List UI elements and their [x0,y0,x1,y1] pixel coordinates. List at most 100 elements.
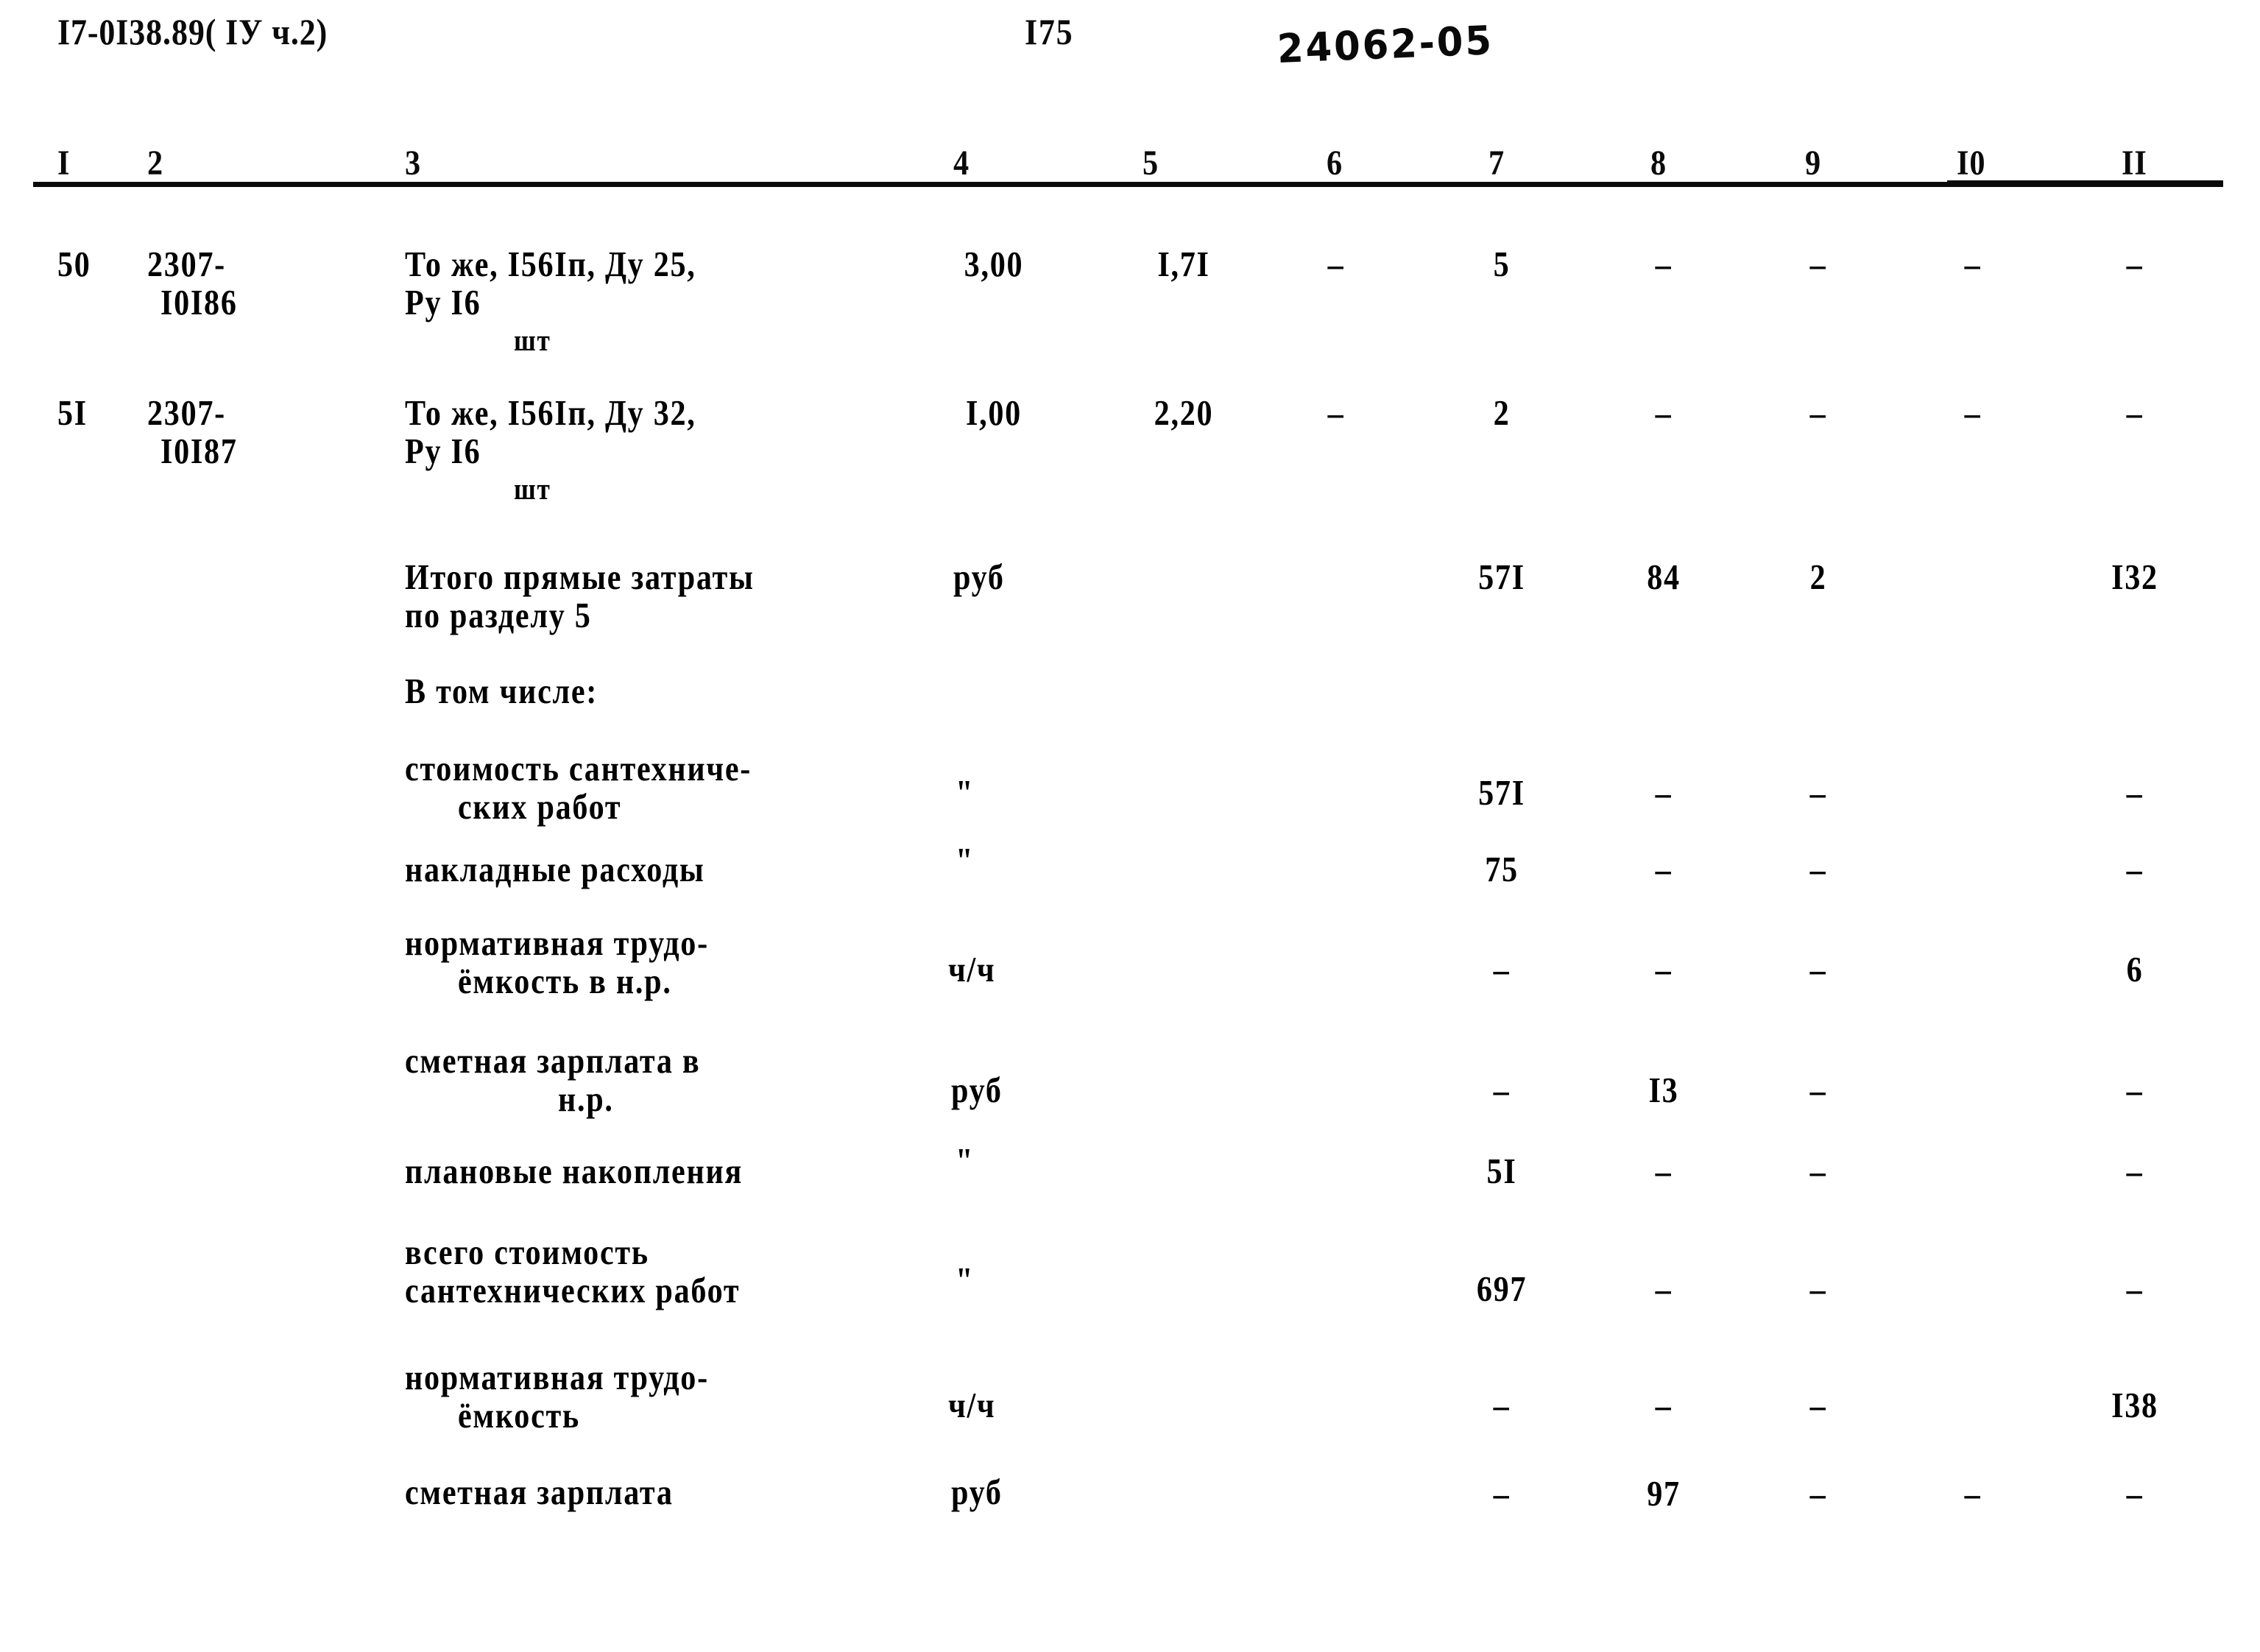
summary-label-line1: Итого прямые затраты [405,557,755,597]
cell-c8: 97 [1647,1473,1681,1514]
cell-c11: – [2126,849,2144,889]
cell-c11: – [2126,1268,2144,1309]
column-header-6: 6 [1327,144,1343,183]
table-row: 50 [57,244,91,284]
summary-label-line1: сметная зарплата в [405,1040,701,1081]
cell-c8: – [1655,1385,1673,1425]
cell-c11: – [2126,1070,2144,1110]
cell-c7: 2 [1493,392,1511,433]
item-unit-sub: шт [514,472,551,506]
column-header-2: 2 [147,144,163,183]
summary-label-line1: всего стоимость [405,1232,649,1272]
item-unit-sub: шт [514,323,551,357]
item-code-line1: 2307- [147,244,226,284]
item-code-line1: 2307- [147,392,226,433]
cell-c8: 84 [1647,557,1681,597]
summary-unit: " [956,772,975,813]
cell-c9: – [1809,772,1827,813]
summary-unit: " [956,1260,975,1300]
cell-c9: – [1809,1070,1827,1110]
summary-label-line2: н.р. [558,1079,614,1119]
item-description-line1: То же, I56Iп, Ду 25, [405,244,696,284]
cell-c10: – [1964,392,1982,433]
page-number: I75 [1025,11,1074,52]
cell-c7: 57I [1478,557,1525,597]
summary-label-line1: накладные расходы [405,849,705,889]
cell-c11: – [2126,772,2144,813]
cell-c7: 697 [1476,1268,1528,1309]
cell-c8: I3 [1648,1070,1679,1110]
cell-c9: 2 [1809,557,1827,597]
cell-c9: – [1809,392,1827,433]
cell-c8: – [1655,949,1673,989]
summary-unit: ч/ч [948,949,996,989]
summary-label-line2: ёмкость [458,1395,580,1436]
summary-label-line1: стоимость сантехниче- [405,748,752,788]
item-code-line2: I0I87 [160,431,238,471]
summary-label-line2: по разделу 5 [405,595,592,635]
cell-c4: I,00 [966,392,1022,433]
column-header-11: II [2122,144,2147,183]
column-header-4: 4 [953,144,970,183]
cell-c6: – [1327,244,1345,284]
column-header-5: 5 [1143,144,1159,183]
cell-c7: 5I [1486,1151,1517,1191]
cell-c11: – [2126,392,2144,433]
summary-unit: руб [951,1070,1003,1110]
cell-c9: – [1809,1268,1827,1309]
column-header-3: 3 [405,144,421,183]
header-divider-rule-right [1947,180,2223,187]
cell-c7: – [1493,1473,1511,1514]
handwritten-annotation: 24062-05 [1276,17,1494,72]
cell-c8: – [1655,849,1673,889]
column-header-7: 7 [1489,144,1505,183]
cell-c11: – [2126,1151,2144,1191]
cell-c11: 6 [2126,949,2144,989]
cell-c9: – [1809,949,1827,989]
summary-unit: руб [953,557,1005,597]
summary-unit: руб [951,1472,1003,1512]
item-description-line2: Ру I6 [405,282,481,322]
cell-c7: – [1493,1385,1511,1425]
cell-c9: – [1809,849,1827,889]
cell-c8: – [1655,392,1673,433]
cell-c8: – [1655,772,1673,813]
cell-c10: – [1964,1473,1982,1514]
cell-c8: – [1655,244,1673,284]
cell-c9: – [1809,1151,1827,1191]
summary-label-line1: В том числе: [405,671,598,711]
scanned-document-page: I7-0I38.89( IУ ч.2) I75 24062-05 I 2 3 4… [0,0,2260,1652]
cell-c5: I,7I [1157,244,1210,284]
cell-c9: – [1809,1385,1827,1425]
column-header-10: I0 [1957,144,1986,183]
cell-c11: I38 [2111,1385,2158,1425]
cell-c7: – [1493,949,1511,989]
header-divider-rule [33,182,2223,187]
cell-c11: – [2126,244,2144,284]
cell-c7: 5 [1493,244,1511,284]
cell-c7: 75 [1485,849,1519,889]
cell-c7: 57I [1478,772,1525,813]
table-row: 5I [57,392,88,433]
summary-label-line2: ских работ [458,786,622,827]
summary-label-line1: нормативная трудо- [405,1357,709,1397]
summary-unit: " [956,1140,975,1181]
cell-c8: – [1655,1268,1673,1309]
summary-label-line2: сантехнических работ [405,1270,741,1310]
cell-c9: – [1809,1473,1827,1514]
column-header-8: 8 [1650,144,1667,183]
document-code: I7-0I38.89( IУ ч.2) [57,11,328,52]
summary-unit: ч/ч [948,1385,996,1425]
cell-c11: I32 [2111,557,2158,597]
cell-c7: – [1493,1070,1511,1110]
cell-c11: – [2126,1473,2144,1514]
item-code-line2: I0I86 [160,282,238,322]
cell-c9: – [1809,244,1827,284]
cell-c4: 3,00 [964,244,1024,284]
summary-label-line2: ёмкость в н.р. [458,961,672,1001]
summary-label-line1: сметная зарплата [405,1472,674,1512]
cell-c10: – [1964,244,1982,284]
column-header-1: I [57,144,71,183]
item-description-line1: То же, I56Iп, Ду 32, [405,392,696,433]
cell-c6: – [1327,392,1345,433]
